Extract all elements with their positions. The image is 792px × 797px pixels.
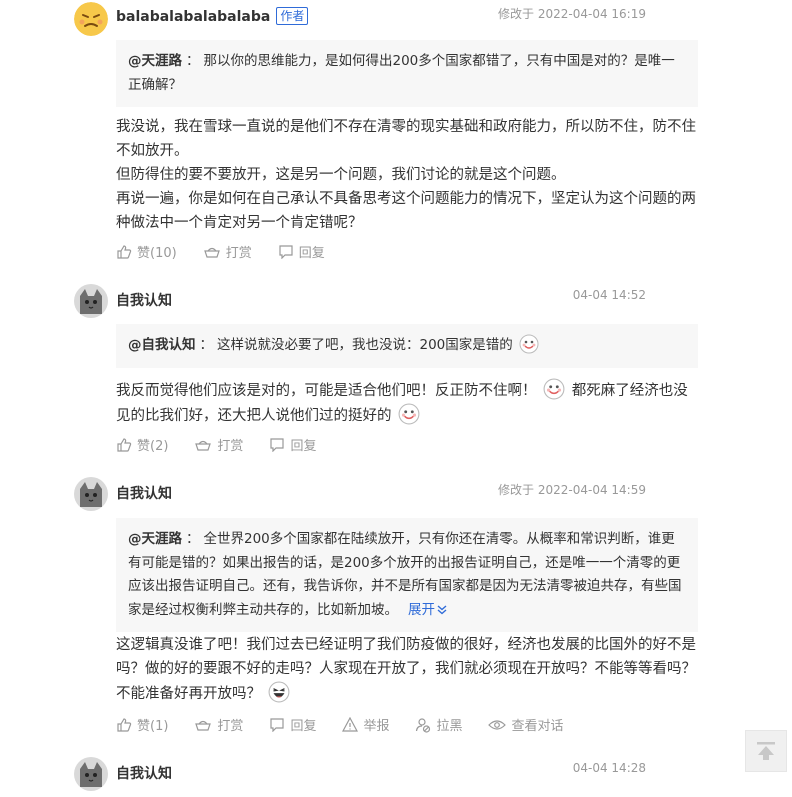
report-label: 举报 — [363, 719, 390, 734]
expand-link[interactable]: 展开 — [408, 602, 448, 618]
comment-time: 修改于 2022-04-04 16:19 — [498, 7, 646, 21]
quote-user[interactable]: @天涯路 — [128, 531, 182, 547]
avatar[interactable] — [74, 284, 108, 318]
quoted-comment: @天涯路：全世界200多个国家都在陆续放开，只有你还在清零。从概率和常识判断，谁… — [116, 518, 698, 632]
back-to-top-icon — [757, 742, 775, 760]
quoted-comment: @天涯路：那以你的思维能力，是如何得出200多个国家都错了，只有中国是对的？是唯… — [116, 40, 698, 107]
username[interactable]: 自我认知 — [116, 290, 172, 310]
avatar[interactable] — [74, 477, 108, 511]
expand-label: 展开 — [408, 601, 435, 618]
username-text[interactable]: balabalabalabalaba — [116, 9, 270, 25]
username-text[interactable]: 自我认知 — [116, 766, 172, 782]
comment-line: 我没说，我在雪球一直说的是他们不存在清零的现实基础和政府能力，所以防不住，防不住… — [116, 119, 696, 159]
quote-text: 全世界200多个国家都在陆续放开，只有你还在清零。从概率和常识判断，谁更有可能是… — [128, 531, 682, 618]
comment-text: 这逻辑真没谁了吧！我们过去已经证明了我们防疫做的很好，经济也发展的比国外的好不是… — [116, 637, 696, 702]
username[interactable]: 自我认知 — [116, 763, 172, 783]
tip-label: 打赏 — [217, 719, 244, 734]
comment-line: 再说一遍，你是如何在自己承认不具备思考这个问题能力的情况下，坚定认为这个问题的两… — [116, 191, 696, 231]
view-label: 查看对话 — [511, 719, 564, 734]
smiley-emoji — [543, 378, 565, 400]
username-text[interactable]: 自我认知 — [116, 486, 172, 502]
chevron-double-down-icon — [437, 604, 447, 614]
comment-actions: 赞(2) 打赏 回复 — [116, 435, 342, 454]
quote-text: 那以你的思维能力，是如何得出200多个国家都错了，只有中国是对的？是唯一正确解？ — [128, 53, 675, 93]
quote-user[interactable]: @天涯路 — [128, 53, 182, 69]
tip-label: 打赏 — [225, 246, 252, 261]
like-button[interactable]: 赞(10) — [116, 242, 177, 261]
author-badge: 作者 — [276, 7, 309, 25]
comment-time: 04-04 14:28 — [572, 761, 646, 775]
reply-label: 回复 — [290, 719, 317, 734]
reply-button[interactable]: 回复 — [278, 242, 325, 261]
like-label: 赞(1) — [137, 719, 169, 734]
tip-label: 打赏 — [217, 439, 244, 454]
cat-avatar — [74, 757, 108, 791]
quote-separator: ： — [186, 53, 200, 69]
reply-button[interactable]: 回复 — [269, 435, 316, 454]
reply-icon — [270, 718, 285, 732]
avatar[interactable] — [74, 2, 108, 36]
reply-icon — [279, 245, 293, 259]
quote-separator: ： — [199, 337, 214, 353]
comment-time: 修改于 2022-04-04 14:59 — [498, 483, 646, 497]
back-to-top-button[interactable] — [745, 730, 787, 772]
like-button[interactable]: 赞(2) — [116, 435, 168, 454]
view-conversation-icon — [488, 719, 507, 730]
reply-label: 回复 — [290, 439, 317, 454]
smiley-emoji — [519, 334, 539, 354]
quote-separator: ： — [186, 531, 200, 547]
tip-icon — [195, 720, 212, 731]
quote-user[interactable]: @自我认知 — [128, 337, 196, 353]
block-button[interactable]: 拉黑 — [415, 715, 462, 734]
like-label: 赞(10) — [137, 246, 177, 261]
comment-body: 我没说，我在雪球一直说的是他们不存在清零的现实基础和政府能力，所以防不住，防不住… — [116, 115, 701, 235]
tip-icon — [203, 247, 220, 258]
tip-button[interactable]: 打赏 — [203, 242, 252, 261]
username[interactable]: balabalabalabalaba 作者 — [116, 7, 309, 25]
cat-avatar — [74, 284, 108, 318]
comment-body: 这逻辑真没谁了吧！我们过去已经证明了我们防疫做的很好，经济也发展的比国外的好不是… — [116, 633, 701, 706]
like-button[interactable]: 赞(1) — [116, 715, 168, 734]
comment-text-a: 我反而觉得他们应该是对的，可能是适合他们吧！反正防不住啊！ — [116, 383, 537, 399]
report-icon — [342, 717, 359, 732]
comment-actions: 赞(1) 打赏 回复 举报 拉黑 查看对话 — [116, 715, 590, 734]
like-label: 赞(2) — [137, 439, 169, 454]
username[interactable]: 自我认知 — [116, 483, 172, 503]
view-conversation-button[interactable]: 查看对话 — [488, 715, 564, 734]
tip-button[interactable]: 打赏 — [194, 435, 243, 454]
tip-button[interactable]: 打赏 — [194, 715, 243, 734]
angry-face-avatar — [74, 2, 108, 36]
quoted-comment: @自我认知：这样说就没必要了吧，我也没说：200国家是错的 — [116, 324, 698, 368]
block-label: 拉黑 — [436, 719, 463, 734]
reply-icon — [270, 438, 285, 452]
thumbs-up-icon — [117, 244, 132, 259]
thumbs-up-icon — [117, 437, 132, 452]
comment-line: 但防得住的要不要放开，这是另一个问题，我们讨论的就是这个问题。 — [116, 167, 566, 183]
comment-body: 我反而觉得他们应该是对的，可能是适合他们吧！反正防不住啊！ 都死麻了经济也没见的… — [116, 378, 701, 428]
smiley-emoji — [398, 403, 420, 425]
cat-avatar — [74, 477, 108, 511]
avatar[interactable] — [74, 757, 108, 791]
thumbs-up-icon — [117, 717, 132, 732]
block-icon — [416, 717, 431, 733]
reply-button[interactable]: 回复 — [269, 715, 316, 734]
quote-text: 这样说就没必要了吧，我也没说：200国家是错的 — [217, 337, 513, 353]
laughing-emoji — [268, 681, 290, 703]
username-text[interactable]: 自我认知 — [116, 293, 172, 309]
comment-time: 04-04 14:52 — [572, 288, 646, 302]
comment-actions: 赞(10) 打赏 回复 — [116, 242, 351, 261]
reply-label: 回复 — [298, 246, 325, 261]
report-button[interactable]: 举报 — [342, 715, 389, 734]
tip-icon — [195, 440, 212, 451]
